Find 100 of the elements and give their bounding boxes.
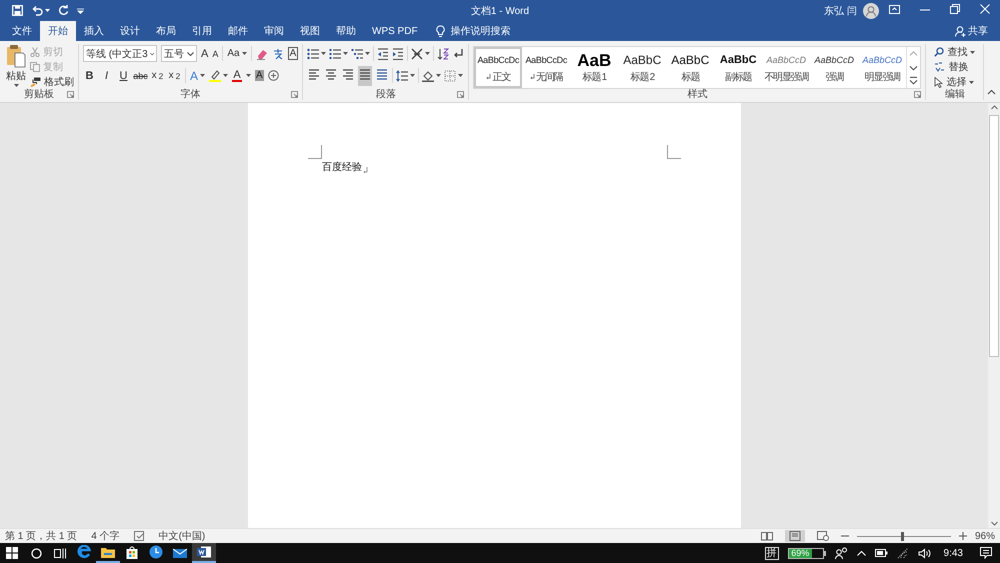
view-toggle[interactable] (784, 530, 805, 542)
store-icon[interactable] (126, 546, 138, 558)
format-button[interactable]: I (100, 70, 113, 82)
ribbon-tab[interactable]: 设计 (112, 21, 148, 41)
font-name-field[interactable]: 等线 (中文正3 (83, 45, 157, 62)
paragraph-mark-icon[interactable] (452, 48, 464, 60)
editing-command[interactable]: 替换 (934, 60, 976, 74)
ribbon-tab[interactable]: 文件 (4, 21, 40, 41)
font-size-field[interactable]: 五号 (161, 45, 197, 62)
ribbon-tab[interactable]: 布局 (148, 21, 184, 41)
web-layout-icon[interactable] (816, 531, 829, 541)
ribbon-display-options-icon[interactable] (889, 5, 900, 14)
style-option[interactable]: AaBbC 标题 (666, 47, 714, 88)
word-icon[interactable] (197, 546, 211, 558)
lightbulb-icon[interactable] (436, 24, 445, 38)
scroll-up-icon[interactable] (990, 103, 998, 111)
ribbon-tab[interactable]: 插入 (76, 21, 112, 41)
print-layout-icon[interactable] (788, 531, 801, 541)
mail-icon[interactable] (173, 546, 187, 558)
tell-me-field[interactable]: 操作说明搜索 (450, 26, 541, 36)
input-method-indicator[interactable]: 拼 (764, 546, 779, 560)
page-count[interactable]: 第 1 页，共 1 页 (5, 529, 78, 543)
chevron-up-icon[interactable] (856, 550, 866, 556)
close-icon[interactable] (980, 4, 990, 14)
format-button[interactable]: U (117, 70, 130, 82)
read-mode-icon[interactable] (760, 531, 773, 541)
zoom-level[interactable]: 96% (974, 530, 995, 542)
ribbon-tab[interactable]: 视图 (292, 21, 328, 41)
highlighter-icon[interactable] (209, 69, 222, 82)
style-option[interactable]: AaBbCcDc 无间隔 (522, 47, 570, 88)
zoom-in-icon[interactable] (958, 532, 967, 540)
style-option[interactable]: AaBbC 副标题 (714, 47, 762, 88)
dialog-launcher-icon[interactable] (914, 91, 922, 98)
clock-icon[interactable] (149, 545, 163, 559)
windows-start-icon[interactable] (6, 547, 18, 559)
clock-time[interactable]: 9:43 (944, 548, 963, 558)
undo-icon[interactable] (31, 5, 43, 16)
avatar-icon[interactable] (863, 2, 879, 18)
font-color-button[interactable]: A (232, 70, 242, 82)
redo-icon[interactable] (58, 5, 69, 16)
ribbon-tab[interactable]: WPS PDF (364, 21, 426, 41)
customize-menu-icon[interactable] (77, 8, 84, 14)
alignment-toggle[interactable] (358, 66, 372, 86)
format-button[interactable]: abc (134, 70, 147, 80)
notification-icon[interactable] (980, 547, 992, 559)
search-circle-icon[interactable] (30, 548, 42, 558)
enclose-character-icon[interactable] (268, 70, 279, 81)
ribbon-tab[interactable]: 引用 (184, 21, 220, 41)
clear-formatting-icon[interactable] (256, 48, 268, 60)
decrease-indent-icon[interactable] (377, 48, 390, 60)
dialog-launcher-icon[interactable] (67, 91, 74, 98)
change-case-button[interactable]: Aa (227, 48, 247, 59)
editing-command[interactable]: 查找 (934, 45, 976, 59)
style-option[interactable]: AaBbCcDc 正文 (474, 47, 522, 88)
line-spacing-icon[interactable] (396, 70, 408, 82)
scroll-thumb[interactable] (989, 115, 999, 357)
language-indicator[interactable]: 中文(中国) (158, 529, 206, 543)
asian-layout-icon[interactable] (411, 48, 424, 60)
borders-icon[interactable] (444, 70, 456, 82)
dialog-launcher-icon[interactable] (457, 91, 464, 98)
character-border-button[interactable]: A (288, 47, 298, 60)
collapse-ribbon-icon[interactable] (987, 89, 996, 95)
align-center-icon[interactable] (325, 68, 338, 80)
scroll-down-icon[interactable] (990, 520, 998, 528)
bullet-list-icon[interactable] (307, 48, 320, 60)
ribbon-tab[interactable]: 帮助 (328, 21, 364, 41)
style-option[interactable]: AaBbCcD 不明显强调 (762, 47, 810, 88)
folder-icon[interactable] (101, 546, 115, 558)
character-shading-button[interactable]: A (255, 70, 264, 81)
text-effects-button[interactable]: A (190, 68, 206, 82)
increase-indent-icon[interactable] (392, 48, 404, 60)
restore-icon[interactable] (950, 4, 960, 14)
word-count[interactable]: 4 个字 (91, 529, 120, 543)
wifi-icon[interactable] (896, 548, 909, 558)
shading-icon[interactable] (422, 70, 434, 82)
ribbon-tab[interactable]: 开始 (40, 21, 76, 41)
grow-font-button[interactable]: A (201, 48, 208, 60)
align-left-icon[interactable] (308, 68, 320, 80)
style-option[interactable]: AaBbCcD 强调 (810, 47, 858, 88)
editing-command[interactable]: 选择 (934, 75, 976, 89)
distributed-align-icon[interactable] (376, 68, 388, 80)
format-button[interactable]: B (83, 70, 96, 82)
style-option[interactable]: AaBbCcD 明显强调 (858, 47, 906, 88)
people-icon[interactable] (834, 547, 848, 559)
battery-icon[interactable] (874, 549, 888, 557)
style-option[interactable]: AaBbC 标题 2 (618, 47, 666, 88)
align-justify-icon[interactable] (359, 68, 372, 80)
proofing-icon[interactable] (134, 531, 145, 541)
align-right-icon[interactable] (342, 68, 354, 80)
dialog-launcher-icon[interactable] (291, 91, 298, 98)
save-icon[interactable] (12, 5, 23, 16)
multilevel-list-icon[interactable] (351, 48, 364, 60)
ribbon-tab[interactable]: 审阅 (256, 21, 292, 41)
sort-icon[interactable] (437, 48, 450, 60)
ribbon-tab[interactable]: 邮件 (220, 21, 256, 41)
task-view-icon[interactable] (54, 548, 66, 558)
clipboard-command[interactable]: 格式刷 (30, 75, 74, 88)
volume-icon[interactable] (918, 548, 931, 558)
numbered-list-icon[interactable] (329, 48, 342, 60)
share-button[interactable]: 共享 (955, 21, 988, 41)
